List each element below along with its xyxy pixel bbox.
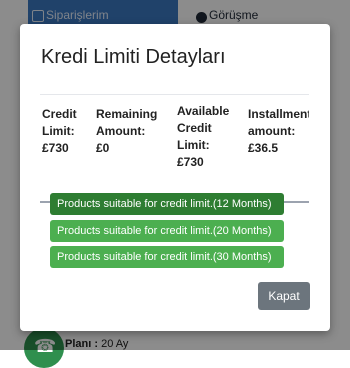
available-credit-column: Available Credit Limit: £730: [177, 95, 247, 171]
installment-amount-label: Installment amount:: [248, 107, 309, 138]
installment-amount-column: Installment amount: £36.5: [248, 98, 309, 157]
remaining-amount-column: Remaining Amount: £0: [96, 98, 176, 157]
credit-limit-label: Credit Limit:: [42, 107, 77, 138]
modal-title: Kredi Limiti Detayları: [41, 46, 226, 68]
remaining-amount-label: Remaining Amount:: [96, 107, 158, 138]
available-credit-label: Available Credit Limit:: [177, 104, 230, 152]
credit-limit-column: Credit Limit: £730: [42, 98, 90, 157]
available-credit-value: £730: [177, 155, 204, 169]
products-30-months-button[interactable]: Products suitable for credit limit.(30 M…: [50, 246, 284, 268]
remaining-amount-value: £0: [96, 141, 110, 155]
credit-limit-value: £730: [42, 141, 69, 155]
credit-limit-modal: Kredi Limiti Detayları Credit Limit: £73…: [20, 24, 330, 331]
installment-amount-value: £36.5: [248, 141, 279, 155]
close-button[interactable]: Kapat: [258, 282, 310, 310]
credit-details-table: Credit Limit: £730 Remaining Amount: £0 …: [40, 94, 309, 203]
products-20-months-button[interactable]: Products suitable for credit limit.(20 M…: [50, 220, 284, 242]
products-12-months-button[interactable]: Products suitable for credit limit.(12 M…: [50, 193, 284, 215]
